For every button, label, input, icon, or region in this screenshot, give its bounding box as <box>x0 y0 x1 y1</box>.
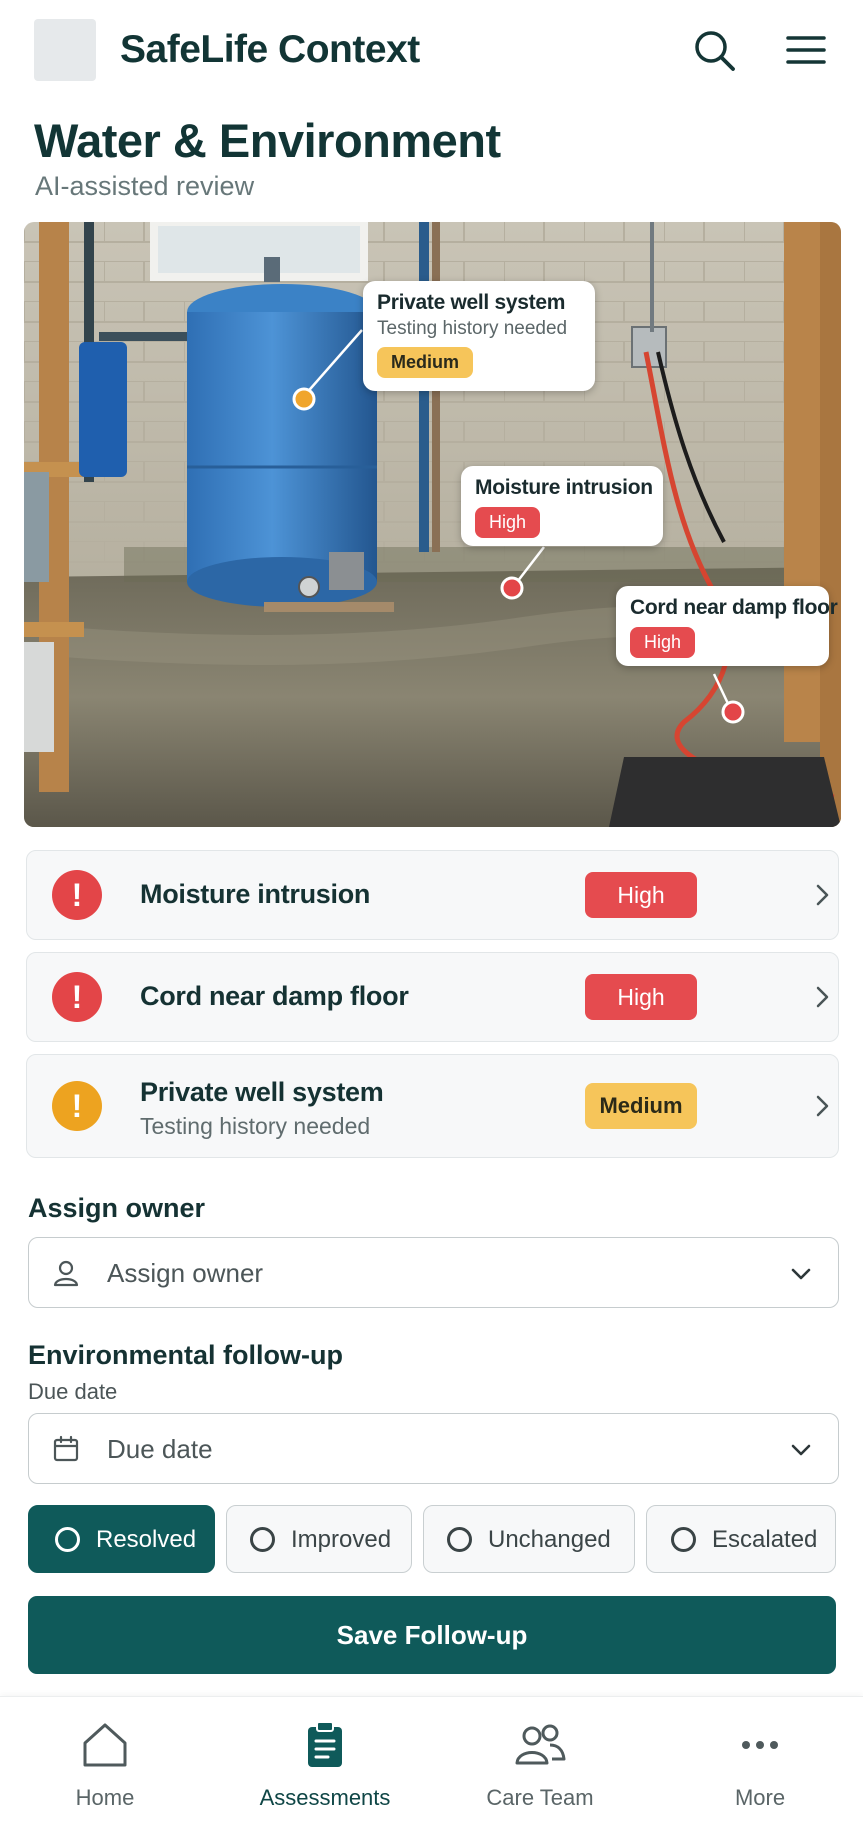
finding-title: Private well system <box>140 1077 384 1107</box>
status-label: Improved <box>291 1526 392 1553</box>
radio-icon <box>55 1527 80 1552</box>
app-logo <box>34 19 96 81</box>
callout-subtitle: Testing history needed <box>377 318 568 339</box>
nav-care-team[interactable]: Care Team <box>470 1697 610 1822</box>
due-date-select[interactable]: Due date <box>28 1413 839 1484</box>
more-icon <box>742 1741 778 1749</box>
alert-icon: ! <box>52 870 102 920</box>
menu-icon[interactable] <box>782 26 830 74</box>
nav-label: More <box>734 1785 786 1810</box>
callout-title: Cord near damp floor <box>630 596 838 619</box>
finding-title: Cord near damp floor <box>140 981 409 1011</box>
assign-owner-placeholder: Assign owner <box>107 1258 264 1288</box>
nav-assessments[interactable]: Assessments <box>245 1697 405 1822</box>
severity-pill: High <box>475 507 541 538</box>
home-icon <box>83 1723 127 1767</box>
app-title: SafeLife Context <box>120 28 420 71</box>
finding-title: Moisture intrusion <box>140 879 371 909</box>
status-option-unchanged[interactable]: Unchanged <box>423 1505 635 1573</box>
clipboard-icon <box>308 1721 342 1767</box>
search-icon[interactable] <box>690 26 738 74</box>
alert-icon: ! <box>52 972 102 1022</box>
people-icon <box>515 1724 566 1765</box>
assign-owner-select[interactable]: Assign owner <box>28 1237 839 1308</box>
status-option-escalated[interactable]: Escalated <box>646 1505 836 1573</box>
nav-label: Assessments <box>259 1785 391 1810</box>
severity-pill: High <box>630 627 696 658</box>
callout-title: Private well system <box>377 291 566 314</box>
radio-icon <box>671 1527 696 1552</box>
alert-icon: ! <box>52 1081 102 1131</box>
app-header: SafeLife Context <box>0 0 863 100</box>
status-label: Resolved <box>96 1526 197 1553</box>
page-subtitle: AI-assisted review <box>35 171 255 201</box>
radio-icon <box>447 1527 472 1552</box>
nav-label: Home <box>75 1785 135 1810</box>
nav-label: Care Team <box>486 1785 594 1810</box>
severity-pill: Medium <box>377 347 474 378</box>
calendar-icon <box>53 1435 79 1462</box>
severity-badge: Medium <box>585 1083 697 1129</box>
finding-subtitle: Testing history needed <box>140 1113 371 1139</box>
callout-cord-damp-floor[interactable]: Cord near damp floor High <box>616 586 838 666</box>
callout-title: Moisture intrusion <box>475 476 653 499</box>
nav-home[interactable]: Home <box>40 1697 170 1822</box>
radio-icon <box>250 1527 275 1552</box>
chevron-down-icon <box>791 1268 811 1280</box>
finding-private-well[interactable]: ! Private well system Testing history ne… <box>26 1054 839 1158</box>
status-label: Escalated <box>712 1526 818 1553</box>
followup-label: Environmental follow-up <box>28 1340 343 1370</box>
callout-moisture-intrusion[interactable]: Moisture intrusion High <box>461 466 663 546</box>
due-date-label: Due date <box>28 1379 118 1404</box>
bottom-nav: Home Assessments Care Team More <box>0 1696 863 1822</box>
status-label: Unchanged <box>488 1526 611 1553</box>
severity-badge: High <box>585 872 697 918</box>
page-title: Water & Environment <box>34 114 501 167</box>
basement-photo: Private well system Testing history need… <box>24 222 841 827</box>
status-option-resolved[interactable]: Resolved <box>28 1505 215 1573</box>
chevron-right-icon <box>816 1095 829 1117</box>
assign-owner-label: Assign owner <box>28 1193 206 1223</box>
finding-moisture-intrusion[interactable]: ! Moisture intrusion High <box>26 850 839 940</box>
severity-badge: High <box>585 974 697 1020</box>
save-followup-button[interactable]: Save Follow-up <box>28 1596 836 1674</box>
status-option-improved[interactable]: Improved <box>226 1505 412 1573</box>
finding-cord-damp-floor[interactable]: ! Cord near damp floor High <box>26 952 839 1042</box>
nav-more[interactable]: More <box>700 1697 820 1822</box>
callout-private-well[interactable]: Private well system Testing history need… <box>363 281 595 391</box>
chevron-down-icon <box>791 1444 811 1456</box>
chevron-right-icon <box>816 884 829 906</box>
due-date-placeholder: Due date <box>107 1434 213 1464</box>
chevron-right-icon <box>816 986 829 1008</box>
person-icon <box>53 1260 79 1287</box>
